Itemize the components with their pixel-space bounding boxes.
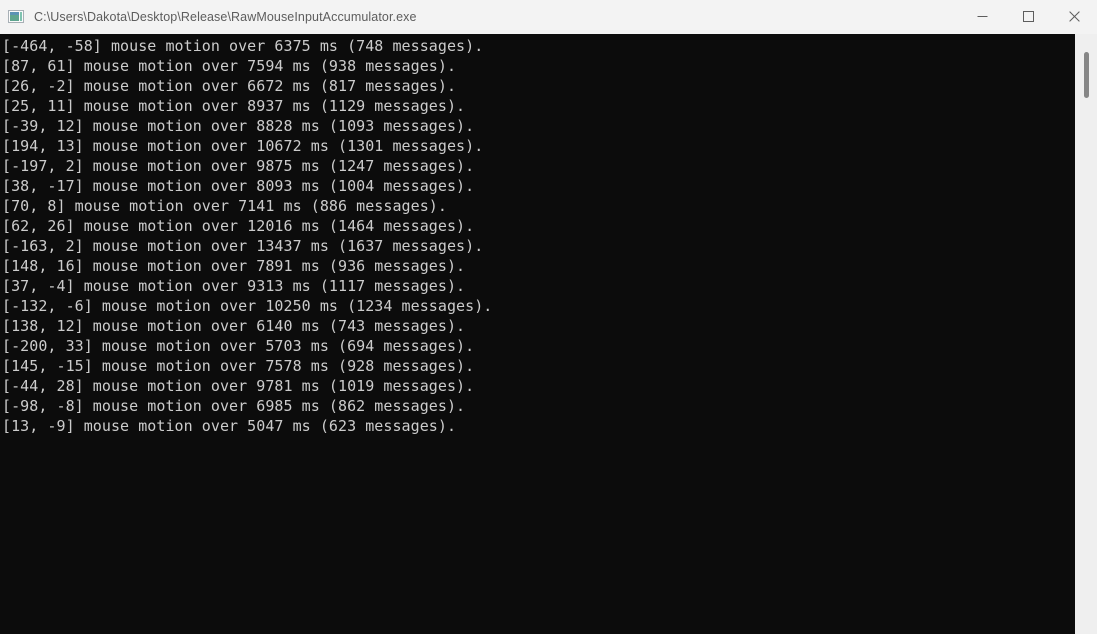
minimize-icon (977, 16, 987, 17)
console-line: [62, 26] mouse motion over 12016 ms (146… (2, 217, 475, 235)
console-line: [-200, 33] mouse motion over 5703 ms (69… (2, 337, 475, 355)
console-line: [13, -9] mouse motion over 5047 ms (623 … (2, 417, 457, 435)
console-line: [-464, -58] mouse motion over 6375 ms (7… (2, 37, 484, 55)
console-line: [-197, 2] mouse motion over 9875 ms (124… (2, 157, 475, 175)
console-line: [37, -4] mouse motion over 9313 ms (1117… (2, 277, 466, 295)
console-line: [25, 11] mouse motion over 8937 ms (1129… (2, 97, 466, 115)
title-bar[interactable]: C:\Users\Dakota\Desktop\Release\RawMouse… (0, 0, 1097, 34)
console-line: [-44, 28] mouse motion over 9781 ms (101… (2, 377, 475, 395)
console-line: [-98, -8] mouse motion over 6985 ms (862… (2, 397, 466, 415)
console-line: [-163, 2] mouse motion over 13437 ms (16… (2, 237, 484, 255)
close-button[interactable] (1051, 0, 1097, 33)
console-output[interactable]: [-464, -58] mouse motion over 6375 ms (7… (0, 34, 1075, 634)
window-title: C:\Users\Dakota\Desktop\Release\RawMouse… (34, 9, 417, 24)
title-bar-left: C:\Users\Dakota\Desktop\Release\RawMouse… (0, 0, 959, 33)
console-line: [-39, 12] mouse motion over 8828 ms (109… (2, 117, 475, 135)
close-icon (1068, 11, 1080, 22)
console-app-icon (8, 9, 24, 25)
console-line: [38, -17] mouse motion over 8093 ms (100… (2, 177, 475, 195)
maximize-icon (1022, 11, 1034, 22)
window-controls (959, 0, 1097, 33)
console-line: [194, 13] mouse motion over 10672 ms (13… (2, 137, 484, 155)
vertical-scrollbar[interactable] (1075, 34, 1097, 634)
console-line: [87, 61] mouse motion over 7594 ms (938 … (2, 57, 457, 75)
console-line: [145, -15] mouse motion over 7578 ms (92… (2, 357, 475, 375)
console-line: [-132, -6] mouse motion over 10250 ms (1… (2, 297, 493, 315)
console-area[interactable]: [-464, -58] mouse motion over 6375 ms (7… (0, 34, 1097, 634)
console-line: [26, -2] mouse motion over 6672 ms (817 … (2, 77, 457, 95)
scrollbar-thumb[interactable] (1084, 52, 1089, 98)
console-window: C:\Users\Dakota\Desktop\Release\RawMouse… (0, 0, 1097, 634)
minimize-button[interactable] (959, 0, 1005, 33)
console-line: [138, 12] mouse motion over 6140 ms (743… (2, 317, 466, 335)
maximize-button[interactable] (1005, 0, 1051, 33)
console-line: [148, 16] mouse motion over 7891 ms (936… (2, 257, 466, 275)
console-line: [70, 8] mouse motion over 7141 ms (886 m… (2, 197, 447, 215)
